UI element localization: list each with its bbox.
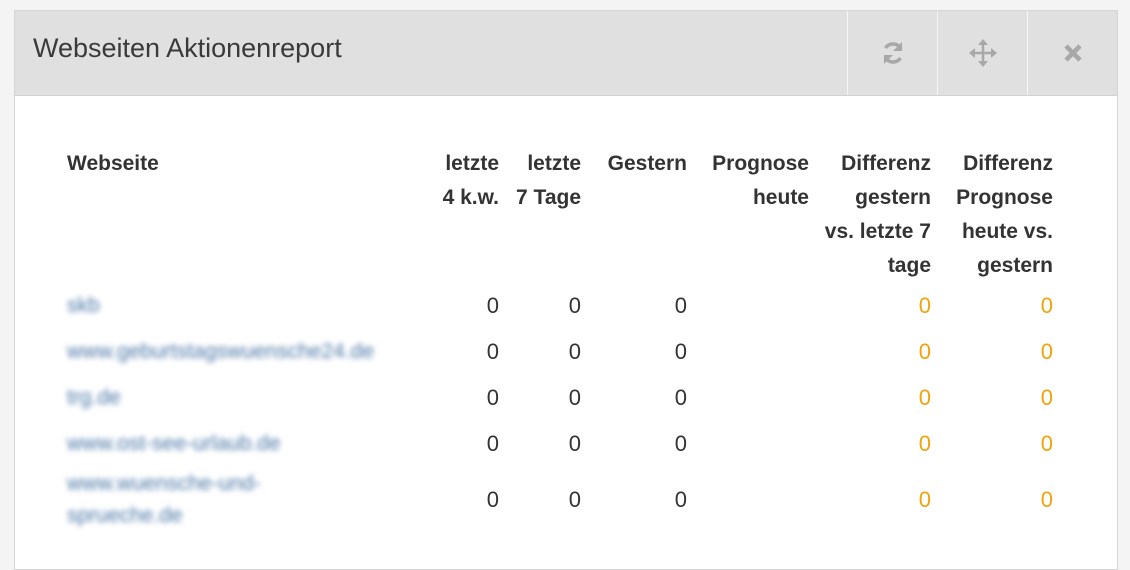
site-link[interactable]: www.geburtstagswuensche24.de xyxy=(67,336,374,368)
col-header-diff-forecast: Differenz Prognose heute vs. gestern xyxy=(956,152,1053,277)
site-cell: skb xyxy=(59,283,423,329)
yesterday-cell: 0 xyxy=(674,339,687,364)
widget-title: Webseiten Aktionenreport xyxy=(33,33,342,63)
table-header-row: Webseite letzte 4 k.w. letzte 7 Tage Ges… xyxy=(59,147,1059,283)
diff-yesterday-cell: 0 xyxy=(918,293,931,318)
forecast-cell xyxy=(693,283,815,329)
table-row: www.ost-see-urlaub.de 0 0 0 0 0 xyxy=(59,421,1059,467)
yesterday-cell: 0 xyxy=(674,385,687,410)
diff-forecast-cell: 0 xyxy=(1040,339,1053,364)
site-link[interactable]: www.wuensche-und-sprueche.de xyxy=(67,468,307,532)
last4kw-cell: 0 xyxy=(486,339,499,364)
actions-report-widget: Webseiten Aktionenreport Webseite letzte… xyxy=(14,10,1118,570)
last7-cell: 0 xyxy=(568,431,581,456)
report-table: Webseite letzte 4 k.w. letzte 7 Tage Ges… xyxy=(59,147,1059,533)
diff-forecast-cell: 0 xyxy=(1040,293,1053,318)
col-header-last7: letzte 7 Tage xyxy=(516,152,581,209)
move-icon xyxy=(968,39,997,67)
last7-cell: 0 xyxy=(568,339,581,364)
table-row: www.geburtstagswuensche24.de 0 0 0 0 0 xyxy=(59,329,1059,375)
diff-forecast-cell: 0 xyxy=(1040,431,1053,456)
col-header-last4kw: letzte 4 k.w. xyxy=(442,152,499,209)
forecast-cell xyxy=(693,467,815,533)
diff-yesterday-cell: 0 xyxy=(918,385,931,410)
close-button[interactable] xyxy=(1027,11,1117,95)
refresh-button[interactable] xyxy=(847,11,937,95)
forecast-cell xyxy=(693,375,815,421)
forecast-cell xyxy=(693,421,815,467)
last4kw-cell: 0 xyxy=(486,293,499,318)
table-row: trg.de 0 0 0 0 0 xyxy=(59,375,1059,421)
site-cell: www.wuensche-und-sprueche.de xyxy=(59,467,423,533)
yesterday-cell: 0 xyxy=(674,293,687,318)
move-button[interactable] xyxy=(937,11,1027,95)
diff-forecast-cell: 0 xyxy=(1040,487,1053,512)
site-link[interactable]: www.ost-see-urlaub.de xyxy=(67,428,281,460)
last4kw-cell: 0 xyxy=(486,431,499,456)
close-icon xyxy=(1063,44,1082,62)
yesterday-cell: 0 xyxy=(674,431,687,456)
last4kw-cell: 0 xyxy=(486,385,499,410)
col-header-yesterday: Gestern xyxy=(607,152,687,175)
forecast-cell xyxy=(693,329,815,375)
site-link[interactable]: skb xyxy=(67,290,100,322)
diff-yesterday-cell: 0 xyxy=(918,431,931,456)
refresh-icon xyxy=(882,42,903,64)
site-cell: www.geburtstagswuensche24.de xyxy=(59,329,423,375)
last7-cell: 0 xyxy=(568,487,581,512)
table-row: www.wuensche-und-sprueche.de 0 0 0 0 0 xyxy=(59,467,1059,533)
col-header-diff-yesterday: Differenz gestern vs. letzte 7 tage xyxy=(824,152,931,277)
site-cell: www.ost-see-urlaub.de xyxy=(59,421,423,467)
diff-yesterday-cell: 0 xyxy=(918,487,931,512)
site-cell: trg.de xyxy=(59,375,423,421)
table-row: skb 0 0 0 0 0 xyxy=(59,283,1059,329)
diff-yesterday-cell: 0 xyxy=(918,339,931,364)
col-header-site: Webseite xyxy=(67,152,159,175)
col-header-forecast: Prognose heute xyxy=(712,152,809,209)
yesterday-cell: 0 xyxy=(674,487,687,512)
site-link[interactable]: trg.de xyxy=(67,382,121,414)
last7-cell: 0 xyxy=(568,293,581,318)
report-table-container: Webseite letzte 4 k.w. letzte 7 Tage Ges… xyxy=(59,147,1059,533)
diff-forecast-cell: 0 xyxy=(1040,385,1053,410)
last4kw-cell: 0 xyxy=(486,487,499,512)
last7-cell: 0 xyxy=(568,385,581,410)
widget-header: Webseiten Aktionenreport xyxy=(15,11,1117,96)
